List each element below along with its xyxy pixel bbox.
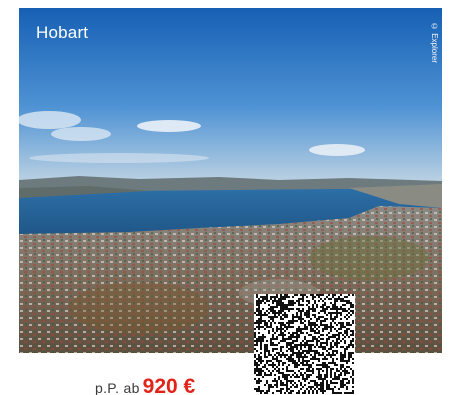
qr-code-icon[interactable]	[254, 294, 355, 395]
offer-card[interactable]: Hobart © Explorer p.P. ab 920 €	[0, 0, 456, 395]
photo-credit: © Explorer	[430, 22, 439, 64]
qr-modules	[254, 294, 354, 394]
price-tag: p.P. ab 920 €	[95, 375, 195, 395]
qr-code-pattern	[254, 294, 354, 394]
landscape-illustration	[19, 8, 442, 353]
price-value: 920 €	[142, 375, 196, 395]
hobart-aerial-photo: Hobart © Explorer	[19, 8, 442, 353]
destination-title: Hobart	[36, 23, 89, 42]
price-prefix: p.P. ab	[95, 380, 140, 395]
